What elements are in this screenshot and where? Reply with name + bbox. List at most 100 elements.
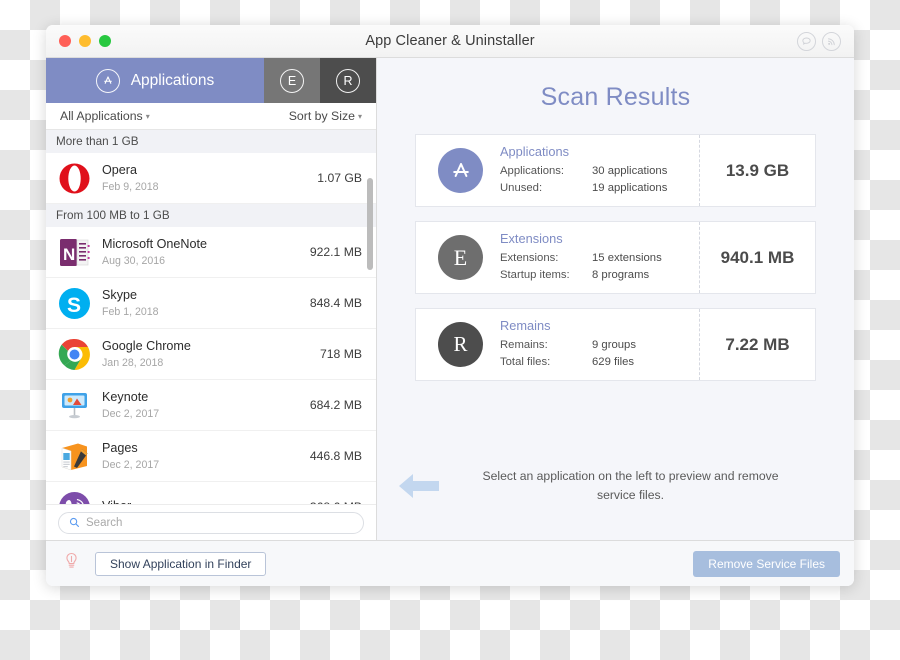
list-item-name: Microsoft OneNote <box>102 237 310 253</box>
zoom-button[interactable] <box>99 35 111 47</box>
list-item-size: 368.6 MB <box>310 500 362 504</box>
chevron-down-icon: ▾ <box>146 112 150 121</box>
rss-broadcast-icon[interactable] <box>822 32 841 51</box>
sort-dropdown[interactable]: Sort by Size▾ <box>289 109 362 123</box>
chevron-down-icon: ▾ <box>358 112 362 121</box>
search-area: Search <box>46 504 376 540</box>
filter-dropdown[interactable]: All Applications▾ <box>60 109 150 123</box>
search-placeholder: Search <box>86 517 122 529</box>
remains-r-icon: R <box>438 322 483 367</box>
list-item-size: 718 MB <box>320 347 362 361</box>
remains-r-icon: R <box>336 69 360 93</box>
list-item-size: 922.1 MB <box>310 245 362 259</box>
svg-text:S: S <box>67 294 81 317</box>
card-stat-row: Remains:9 groups <box>500 337 689 354</box>
card-stat-row: Total files:629 files <box>500 354 689 371</box>
card-info: Applications Applications:30 applications… <box>500 144 699 197</box>
list-item-size: 446.8 MB <box>310 449 362 463</box>
card-stat-value: 19 applications <box>592 180 667 197</box>
scan-card-applications[interactable]: Applications Applications:30 applications… <box>415 134 816 207</box>
card-stat-row: Applications:30 applications <box>500 163 689 180</box>
extensions-e-icon: E <box>438 235 483 280</box>
show-in-finder-button[interactable]: Show Application in Finder <box>95 552 266 576</box>
list-item[interactable]: N Microsoft OneNote Aug 30, 2016922.1 MB <box>46 227 376 278</box>
card-stat-key: Unused: <box>500 180 592 197</box>
list-item-text: Microsoft OneNote Aug 30, 2016 <box>102 237 310 267</box>
list-item[interactable]: S Skype Feb 1, 2018848.4 MB <box>46 278 376 329</box>
list-item-name: Opera <box>102 163 317 179</box>
list-item-date: Dec 2, 2017 <box>102 459 310 471</box>
scan-card-extensions[interactable]: E ExtensionsExtensions:15 extensionsStart… <box>415 221 816 294</box>
tab-extensions[interactable]: E <box>264 58 320 103</box>
list-item-size: 1.07 GB <box>317 171 362 185</box>
card-stat-value: 629 files <box>592 354 634 371</box>
arrow-left-icon <box>389 470 449 502</box>
tab-bar: Applications E R <box>46 58 376 103</box>
card-info: ExtensionsExtensions:15 extensionsStartu… <box>500 231 699 284</box>
card-heading: Applications <box>500 144 689 159</box>
remove-service-files-button[interactable]: Remove Service Files <box>693 551 840 577</box>
list-item-text: Opera Feb 9, 2018 <box>102 163 317 193</box>
list-item-size: 848.4 MB <box>310 296 362 310</box>
list-item[interactable]: Opera Feb 9, 20181.07 GB <box>46 153 376 204</box>
appstore-a-icon <box>438 148 483 193</box>
application-list[interactable]: More than 1 GBOperaFeb 9, 20181.07 GBFro… <box>46 130 376 504</box>
list-item-date: Jan 28, 2018 <box>102 357 320 369</box>
search-input[interactable]: Search <box>58 512 364 534</box>
window-title: App Cleaner & Uninstaller <box>46 33 854 49</box>
minimize-button[interactable] <box>79 35 91 47</box>
card-stat-value: 30 applications <box>592 163 667 180</box>
list-item-name: Viber <box>102 499 310 504</box>
list-item-text: Skype Feb 1, 2018 <box>102 288 310 318</box>
lightbulb-icon[interactable] <box>64 552 79 576</box>
card-total-size: 940.1 MB <box>699 222 815 293</box>
search-icon <box>69 517 80 528</box>
list-item-text: KeynoteDec 2, 2017 <box>102 390 310 420</box>
chrome-icon <box>58 338 91 371</box>
chat-bubble-icon[interactable] <box>797 32 816 51</box>
card-stat-key: Startup items: <box>500 267 592 284</box>
titlebar: App Cleaner & Uninstaller <box>46 25 854 58</box>
bottom-bar: Show Application in Finder Remove Servic… <box>46 540 854 586</box>
page-title: Scan Results <box>377 58 854 134</box>
onenote-icon: N <box>58 236 91 269</box>
list-item-date: Feb 9, 2018 <box>102 181 317 193</box>
list-item[interactable]: KeynoteDec 2, 2017684.2 MB <box>46 380 376 431</box>
window-body: Applications E R All Applications▾ Sort … <box>46 58 854 540</box>
list-group-header: From 100 MB to 1 GB <box>46 204 376 227</box>
pages-icon <box>58 440 91 473</box>
skype-icon: S <box>58 287 91 320</box>
scan-result-cards: Applications Applications:30 applications… <box>377 134 854 381</box>
list-item-text: Pages Dec 2, 2017 <box>102 441 310 471</box>
close-button[interactable] <box>59 35 71 47</box>
card-total-size: 7.22 MB <box>699 309 815 380</box>
list-item-name: Pages <box>102 441 310 457</box>
list-item[interactable]: Pages Dec 2, 2017446.8 MB <box>46 431 376 482</box>
list-item-date: Aug 30, 2016 <box>102 255 310 267</box>
list-scrollbar-thumb[interactable] <box>367 178 373 270</box>
list-item[interactable]: Viber368.6 MB <box>46 482 376 504</box>
card-total-size: 13.9 GB <box>699 135 815 206</box>
keynote-icon <box>58 389 91 422</box>
filter-dropdown-label: All Applications <box>60 109 143 123</box>
extensions-e-icon: E <box>280 69 304 93</box>
viber-icon <box>58 491 91 505</box>
list-item-text: Google ChromeJan 28, 2018 <box>102 339 320 369</box>
card-stat-row: Extensions:15 extensions <box>500 250 689 267</box>
tab-applications-label: Applications <box>131 72 215 90</box>
list-item-name: Keynote <box>102 390 310 406</box>
card-stat-key: Total files: <box>500 354 592 371</box>
list-scrollbar[interactable] <box>367 134 373 500</box>
tab-remains[interactable]: R <box>320 58 376 103</box>
list-item-name: Skype <box>102 288 310 304</box>
card-stat-key: Extensions: <box>500 250 592 267</box>
main-panel: Scan Results Applications Applications:30… <box>377 58 854 540</box>
sort-dropdown-label: Sort by Size <box>289 109 355 123</box>
title-actions <box>797 32 854 51</box>
card-info: RemainsRemains:9 groupsTotal files:629 f… <box>500 318 699 371</box>
list-item-date: Feb 1, 2018 <box>102 306 310 318</box>
scan-card-remains[interactable]: R RemainsRemains:9 groupsTotal files:629 … <box>415 308 816 381</box>
card-stat-key: Remains: <box>500 337 592 354</box>
tab-applications[interactable]: Applications <box>46 58 264 103</box>
list-item[interactable]: Google ChromeJan 28, 2018718 MB <box>46 329 376 380</box>
